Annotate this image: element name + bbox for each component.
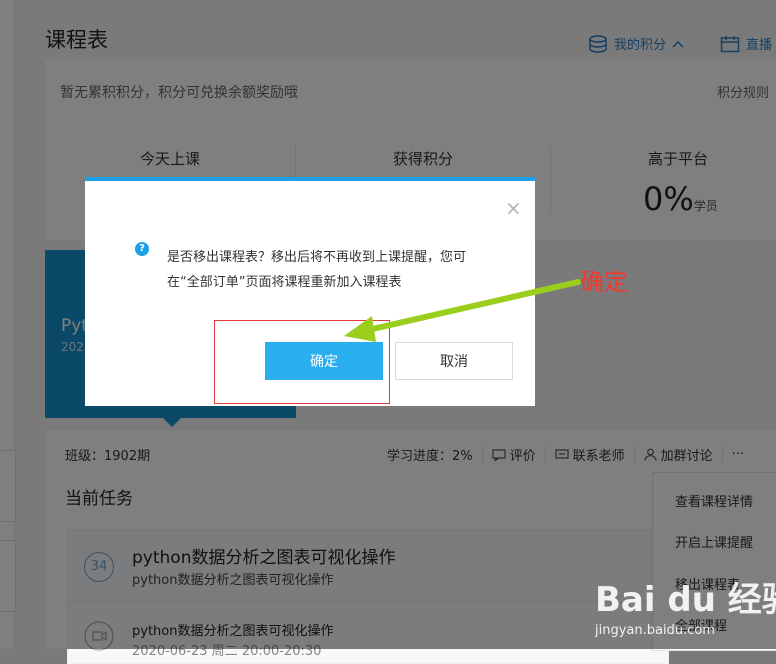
annotation-label: 确定 <box>580 268 628 296</box>
watermark-url: jingyan.baidu.com <box>595 623 715 638</box>
watermark-brand: Bai du 经验 <box>595 580 776 620</box>
watermark: Bai du 经验 jingyan.baidu.com <box>595 572 776 638</box>
pointer-arrow-icon <box>344 279 581 342</box>
